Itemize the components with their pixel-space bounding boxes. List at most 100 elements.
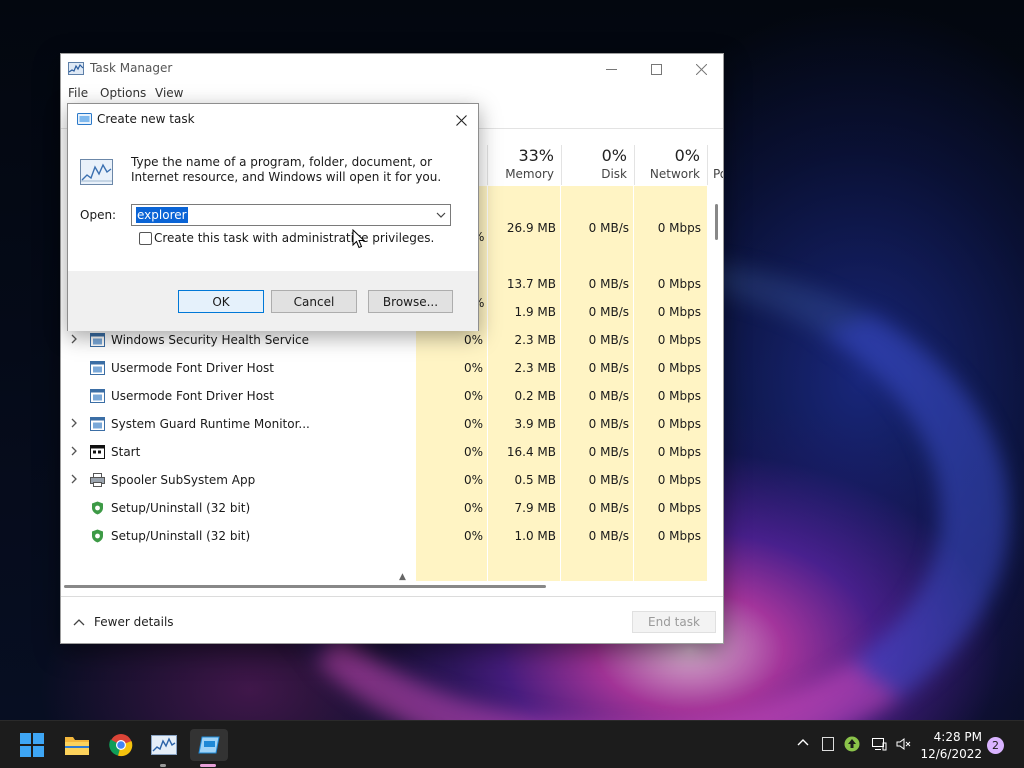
chevron-up-icon[interactable] (73, 617, 85, 627)
network-value: 0 Mbps (657, 305, 701, 319)
network-value: 0 Mbps (657, 361, 701, 375)
task-manager-icon (68, 62, 84, 75)
disk-value: 0 MB/s (588, 361, 629, 375)
process-name: Usermode Font Driver Host (111, 389, 274, 403)
folder-icon (65, 737, 89, 755)
disk-column-label: Disk (601, 167, 627, 181)
memory-value: 1.0 MB (514, 529, 556, 543)
disk-value: 0 MB/s (588, 389, 629, 403)
create-new-task-dialog[interactable]: Create new task Type the name of a progr… (67, 103, 479, 331)
file-explorer-button[interactable] (61, 729, 93, 761)
menu-view[interactable]: View (155, 86, 183, 100)
network-usage-percent: 0% (674, 146, 700, 165)
table-row[interactable]: Usermode Font Driver Host 0% 0.2 MB 0 MB/s 0… (61, 382, 707, 410)
table-row[interactable]: Usermode Font Driver Host 0% 2.3 MB 0 MB/s 0… (61, 354, 707, 382)
chevron-right-icon[interactable] (69, 418, 79, 428)
table-row[interactable]: Spooler SubSystem App 0% 0.5 MB 0 MB/s 0 Mbp… (61, 466, 707, 494)
process-name: Spooler SubSystem App (111, 473, 256, 487)
memory-value: 3.9 MB (514, 417, 556, 431)
process-name: Setup/Uninstall (32 bit) (111, 529, 251, 543)
setup-shield-icon (90, 529, 105, 543)
memory-value: 16.4 MB (506, 445, 556, 459)
memory-value: 0.2 MB (514, 389, 556, 403)
browse-button[interactable]: Browse... (368, 290, 453, 313)
memory-value: 7.9 MB (514, 501, 556, 515)
table-row[interactable]: Start 0% 16.4 MB 0 MB/s 0 Mbps (61, 438, 707, 466)
column-header-network[interactable]: 0% Network (634, 145, 707, 185)
clock-time[interactable]: 4:28 PM (926, 730, 982, 744)
network-value: 0 Mbps (657, 529, 701, 543)
chevron-down-icon[interactable] (435, 209, 447, 221)
windows-logo-icon (20, 733, 44, 757)
start-button[interactable] (16, 729, 48, 761)
chevron-up-icon[interactable] (796, 735, 810, 749)
column-header-power[interactable]: Po (707, 145, 723, 185)
network-column-label: Network (649, 167, 700, 181)
disk-value: 0 MB/s (588, 221, 629, 235)
network-value: 0 Mbps (657, 417, 701, 431)
table-row[interactable]: Setup/Uninstall (32 bit) 0% 1.0 MB 0 MB/s 0 … (61, 522, 707, 550)
run-dialog-taskbar-button[interactable] (190, 729, 228, 761)
task-manager-titlebar[interactable]: Task Manager (61, 54, 723, 84)
chevron-right-icon[interactable] (69, 334, 79, 344)
chrome-icon (109, 734, 133, 757)
table-row[interactable]: System Guard Runtime Monitor... 0% 3.9 MB 0… (61, 410, 707, 438)
printer-icon (90, 473, 105, 487)
chevron-right-icon[interactable] (69, 446, 79, 456)
horizontal-scrollbar[interactable] (64, 585, 546, 588)
clock-date[interactable]: 12/6/2022 (918, 747, 982, 761)
network-value: 0 Mbps (657, 445, 701, 459)
cpu-value: 0% (463, 417, 483, 431)
process-name: Windows Security Health Service (111, 333, 310, 347)
disk-usage-percent: 0% (601, 146, 627, 165)
volume-muted-icon[interactable] (896, 736, 912, 752)
taskbar: 4:28 PM 12/6/2022 2 (0, 720, 1024, 768)
close-button[interactable] (678, 54, 723, 84)
service-icon (90, 361, 105, 375)
close-icon (695, 63, 707, 75)
task-manager-icon (151, 735, 177, 755)
column-header-disk[interactable]: 0% Disk (561, 145, 634, 185)
run-dialog-icon (77, 113, 92, 125)
menu-options[interactable]: Options (100, 86, 146, 100)
dialog-titlebar[interactable]: Create new task (68, 104, 478, 134)
vertical-scrollbar[interactable] (715, 204, 718, 240)
cpu-value: 0% (463, 529, 483, 543)
network-value: 0 Mbps (657, 473, 701, 487)
table-row[interactable]: Setup/Uninstall (32 bit) 0% 7.9 MB 0 MB/s 0 … (61, 494, 707, 522)
admin-privileges-checkbox[interactable] (139, 232, 152, 245)
minimize-button[interactable] (588, 54, 634, 84)
memory-value: 0.5 MB (514, 473, 556, 487)
network-value: 0 Mbps (657, 221, 701, 235)
notification-badge[interactable]: 2 (987, 737, 1004, 754)
service-icon (90, 333, 105, 347)
cpu-value: 0% (463, 333, 483, 347)
cancel-button[interactable]: Cancel (271, 290, 357, 313)
update-icon[interactable] (844, 736, 860, 752)
network-value: 0 Mbps (657, 333, 701, 347)
memory-value: 1.9 MB (514, 305, 556, 319)
memory-value: 26.9 MB (506, 221, 556, 235)
memory-value: 2.3 MB (514, 361, 556, 375)
network-icon[interactable] (871, 736, 887, 752)
maximize-button[interactable] (633, 54, 679, 84)
scroll-up-arrow-icon[interactable]: ▲ (399, 572, 406, 582)
fewer-details-link[interactable]: Fewer details (94, 615, 174, 629)
ok-button[interactable]: OK (178, 290, 264, 313)
column-header-memory[interactable]: 33% Memory (487, 145, 561, 185)
menu-file[interactable]: File (68, 86, 88, 100)
chevron-right-icon[interactable] (69, 474, 79, 484)
dialog-title: Create new task (97, 112, 195, 126)
network-value: 0 Mbps (657, 389, 701, 403)
open-combobox[interactable]: explorer (131, 204, 451, 226)
task-manager-running-indicator (160, 764, 166, 767)
dialog-close-button[interactable] (450, 110, 472, 130)
open-input-value[interactable]: explorer (136, 207, 188, 223)
end-task-button[interactable]: End task (632, 611, 716, 633)
task-manager-taskbar-button[interactable] (148, 729, 180, 761)
tablet-icon[interactable] (820, 736, 836, 752)
disk-value: 0 MB/s (588, 473, 629, 487)
chrome-button[interactable] (105, 729, 137, 761)
setup-shield-icon (90, 501, 105, 515)
admin-privileges-label[interactable]: Create this task with administrative pri… (154, 231, 434, 245)
